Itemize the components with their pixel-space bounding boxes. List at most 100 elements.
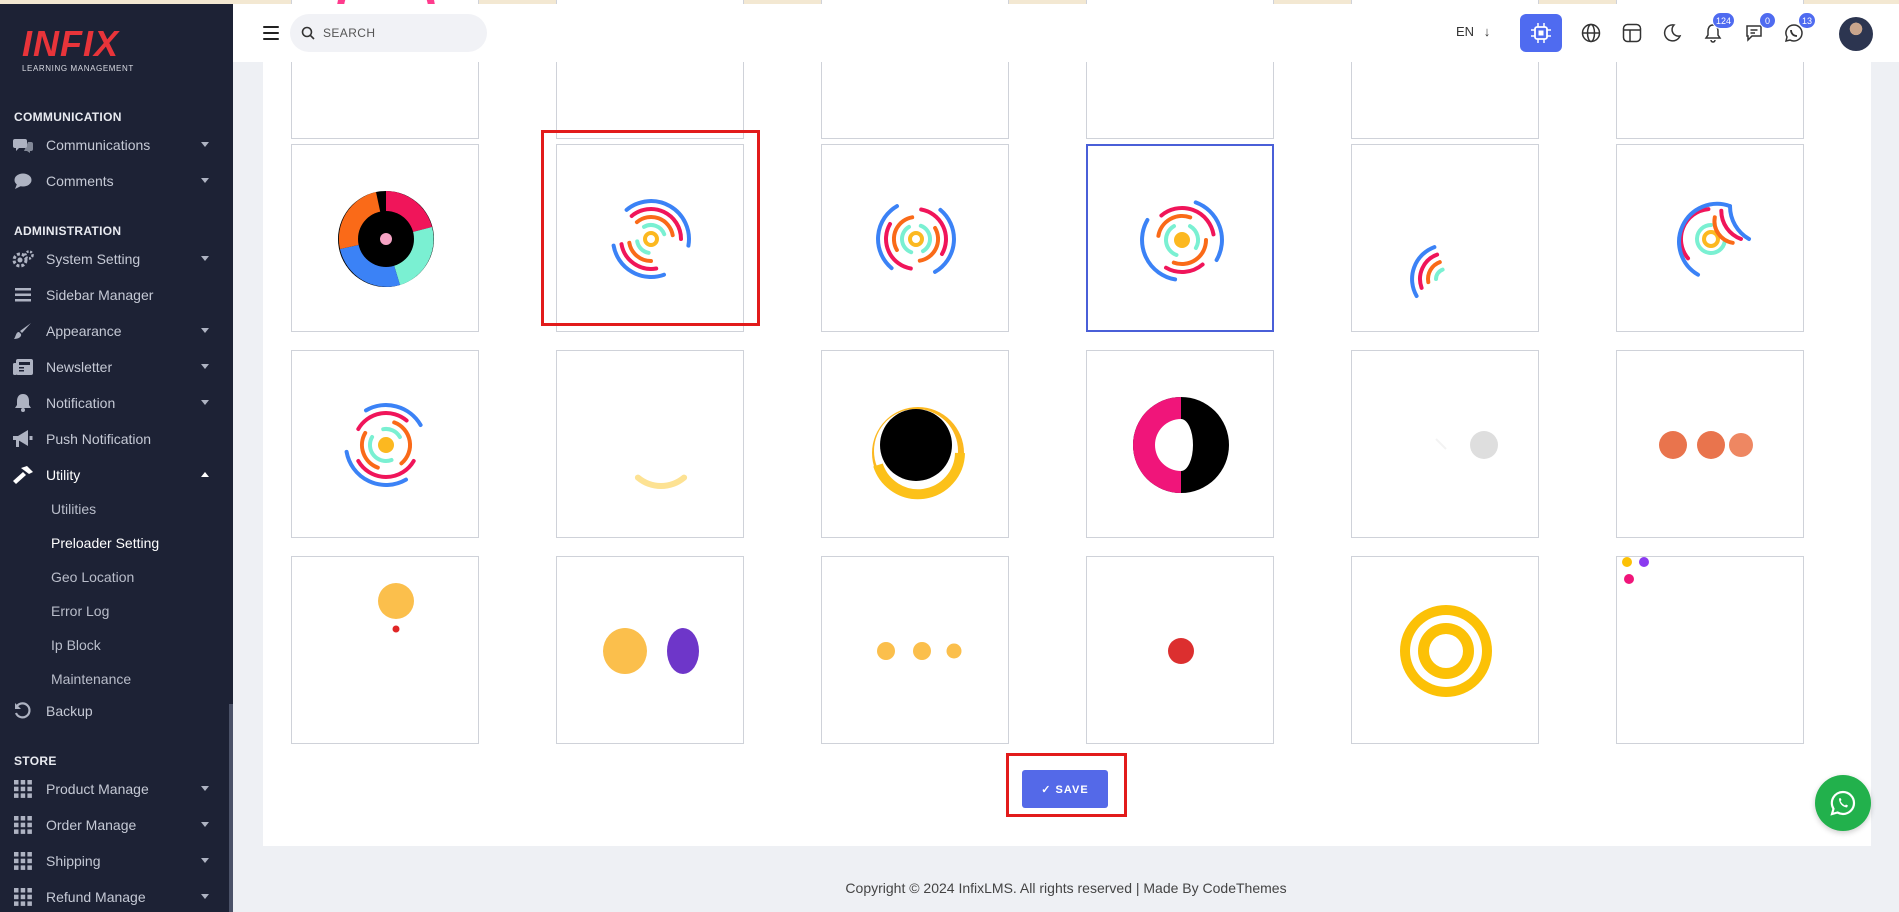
preloader-option[interactable] xyxy=(1086,556,1274,744)
preloader-concentric-arcs-spin-icon xyxy=(876,204,956,274)
undo-icon xyxy=(12,701,34,721)
preloader-option[interactable] xyxy=(1351,556,1539,744)
preloader-option[interactable] xyxy=(1086,144,1274,332)
preloader-option[interactable] xyxy=(1351,144,1539,332)
sidebar-item-label: Push Notification xyxy=(46,431,152,447)
moon-icon[interactable] xyxy=(1658,19,1686,47)
preloader-option[interactable] xyxy=(821,556,1009,744)
preloader-three-orange-dots-icon xyxy=(1659,431,1753,459)
message-count-badge: 0 xyxy=(1759,12,1776,29)
chevron-down-icon xyxy=(201,822,209,827)
sidebar-subitem-error-log[interactable]: Error Log xyxy=(51,603,109,619)
chat-bubbles-icon xyxy=(12,135,34,155)
sidebar-item-order-manage[interactable]: Order Manage xyxy=(0,810,229,840)
preloader-option[interactable] xyxy=(1616,556,1804,744)
sidebar-subitem-ip-block[interactable]: Ip Block xyxy=(51,637,101,653)
preloader-bouncing-yellow-ball-icon xyxy=(378,583,414,633)
sidebar-item-label: Notification xyxy=(46,395,116,411)
sidebar-item-appearance[interactable]: Appearance xyxy=(0,316,229,346)
preloader-pink-black-half-circle-icon xyxy=(1133,397,1229,493)
sidebar-item-notification[interactable]: Notification xyxy=(0,388,229,418)
sidebar-item-communications[interactable]: Communications xyxy=(0,130,229,160)
avatar[interactable] xyxy=(1839,17,1873,51)
selection-highlight xyxy=(541,130,760,326)
sidebar-item-system-setting[interactable]: System Setting xyxy=(0,244,229,274)
preloader-option[interactable] xyxy=(1616,350,1804,538)
hammer-icon xyxy=(12,465,34,485)
preloader-grey-dot-trail-icon xyxy=(1435,431,1498,459)
preloader-option[interactable] xyxy=(821,144,1009,332)
sidebar-item-label: Shipping xyxy=(46,853,101,869)
preloader-option[interactable] xyxy=(291,556,479,744)
sidebar-item-product-manage[interactable]: Product Manage xyxy=(0,774,229,804)
whatsapp-count-badge: 13 xyxy=(1797,12,1816,29)
preloader-option[interactable] xyxy=(821,350,1009,538)
sidebar-item-utility[interactable]: Utility xyxy=(0,460,229,490)
sidebar-item-label: Refund Manage xyxy=(46,889,146,905)
preloader-black-circle-yellow-crescent-icon xyxy=(872,407,965,500)
preloader-option[interactable] xyxy=(1351,350,1539,538)
layout-icon[interactable] xyxy=(1618,19,1646,47)
comment-icon xyxy=(12,171,34,191)
chevron-down-icon xyxy=(201,400,209,405)
preloader-yellow-arc-small-icon xyxy=(634,474,688,489)
section-title-communication: COMMUNICATION xyxy=(14,110,122,124)
search-icon xyxy=(301,26,315,40)
sidebar-subitem-utilities[interactable]: Utilities xyxy=(51,501,96,517)
preloader-option[interactable] xyxy=(291,144,479,332)
sidebar-item-label: Comments xyxy=(46,173,114,189)
bell-icon xyxy=(12,393,34,413)
chevron-down-icon xyxy=(201,894,209,899)
sidebar-item-comments[interactable]: Comments xyxy=(0,166,229,196)
chevron-up-icon xyxy=(201,472,209,477)
search-input[interactable] xyxy=(323,26,473,40)
grid-icon xyxy=(12,851,34,871)
logo[interactable]: INFIX LEARNING MANAGEMENT xyxy=(22,23,134,74)
sidebar-item-label: Utility xyxy=(46,467,81,483)
cpu-chip-icon[interactable] xyxy=(1520,14,1562,52)
message-icon[interactable]: 0 xyxy=(1740,12,1776,47)
globe-icon[interactable] xyxy=(1577,19,1605,47)
sidebar-item-backup[interactable]: Backup xyxy=(0,696,229,726)
preloader-concentric-arcs-full-icon xyxy=(1677,201,1751,277)
sidebar-item-label: Backup xyxy=(46,703,93,719)
preloader-option[interactable] xyxy=(556,350,744,538)
sidebar-item-refund-manage[interactable]: Refund Manage xyxy=(0,882,229,912)
preloader-concentric-arcs-orbit-icon xyxy=(1140,200,1224,282)
logo-text: INFIX xyxy=(22,23,120,64)
preloader-option[interactable] xyxy=(556,556,744,744)
menu-toggle-icon[interactable] xyxy=(263,26,279,40)
sidebar-item-push-notification[interactable]: Push Notification xyxy=(0,424,229,454)
gears-icon xyxy=(12,249,34,269)
preloader-option[interactable] xyxy=(1086,350,1274,538)
sidebar-subitem-preloader-setting[interactable]: Preloader Setting xyxy=(51,535,159,551)
preloader-panel xyxy=(263,0,1871,846)
sidebar-subitem-geo-location[interactable]: Geo Location xyxy=(51,569,134,585)
sidebar-item-newsletter[interactable]: Newsletter xyxy=(0,352,229,382)
chevron-down-icon xyxy=(201,256,209,261)
sidebar-item-shipping[interactable]: Shipping xyxy=(0,846,229,876)
sidebar-subitem-maintenance[interactable]: Maintenance xyxy=(51,671,131,687)
notification-bell-icon[interactable]: 124 xyxy=(1699,12,1735,47)
chevron-down-icon xyxy=(201,142,209,147)
whatsapp-float-button[interactable] xyxy=(1815,775,1871,831)
bars-icon xyxy=(12,285,34,305)
sidebar: INFIX LEARNING MANAGEMENT COMMUNICATION … xyxy=(0,4,233,912)
preloader-option[interactable] xyxy=(291,350,479,538)
search-box[interactable] xyxy=(290,14,487,52)
sidebar-item-sidebar-manager[interactable]: Sidebar Manager xyxy=(0,280,229,310)
save-button[interactable]: ✓ SAVE xyxy=(1022,770,1108,808)
arrow-down-icon: ↓ xyxy=(1483,24,1491,39)
preloader-option[interactable] xyxy=(1616,144,1804,332)
preloader-yellow-purple-dots-icon xyxy=(603,628,699,674)
whatsapp-chat-icon[interactable]: 13 xyxy=(1780,12,1816,47)
grid-icon xyxy=(12,887,34,907)
section-title-store: STORE xyxy=(14,754,57,768)
language-selector[interactable]: EN ↓ xyxy=(1456,24,1490,39)
megaphone-icon xyxy=(12,429,34,449)
preloader-three-yellow-dots-icon xyxy=(877,642,962,660)
grid-icon xyxy=(12,779,34,799)
sidebar-item-label: Appearance xyxy=(46,323,122,339)
preloader-red-dot-icon xyxy=(1168,638,1194,664)
paint-brush-icon xyxy=(12,321,34,341)
